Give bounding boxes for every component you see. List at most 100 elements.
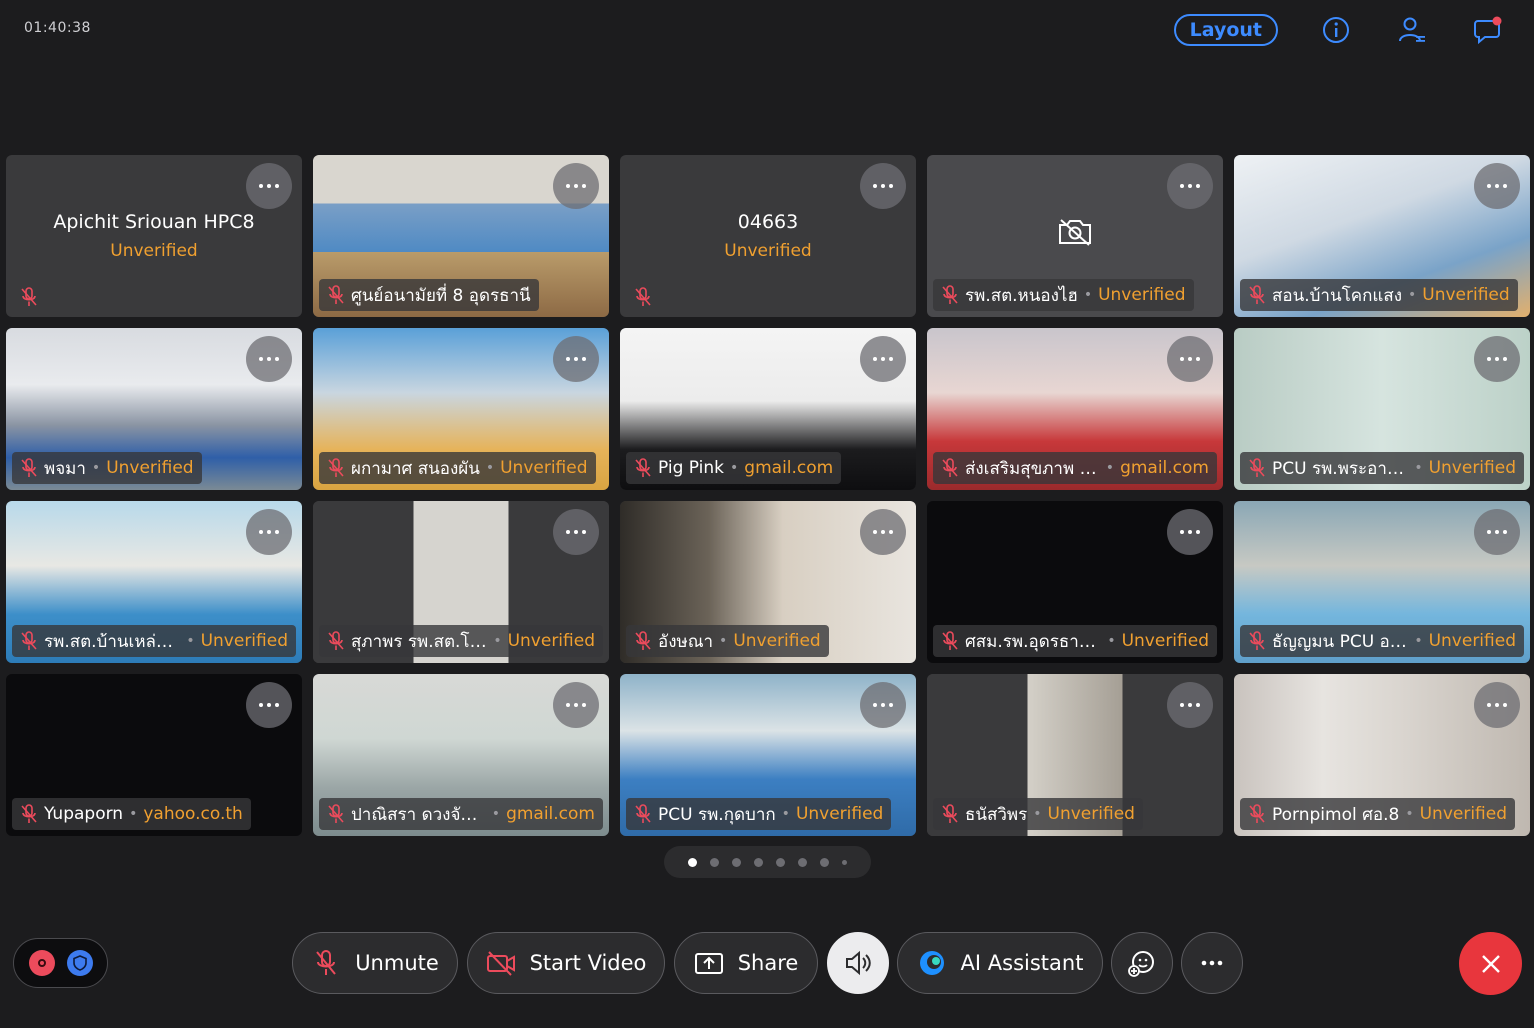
participant-name: ธัญญมน PCU อา... (1272, 631, 1409, 652)
tile-more-button[interactable] (246, 336, 292, 382)
tile-more-button[interactable] (1474, 163, 1520, 209)
participants-icon[interactable] (1394, 12, 1430, 48)
participant-name-bar: รพ.สต.บ้านเหล่าต... • Unverified (12, 625, 296, 657)
page-indicator[interactable] (664, 846, 871, 878)
separator-dot: • (485, 460, 495, 476)
mic-off-icon (634, 631, 652, 651)
page-dot[interactable] (754, 857, 763, 867)
more-options-button[interactable] (1181, 932, 1243, 994)
participant-name: Yupaporn (44, 804, 124, 824)
participant-tile[interactable]: พจมา • Unverified (6, 328, 302, 490)
start-video-button[interactable]: Start Video (467, 932, 665, 994)
tile-more-button[interactable] (1474, 509, 1520, 555)
tile-more-button[interactable] (1167, 682, 1213, 728)
participant-status: Unverified (106, 458, 194, 478)
tile-more-button[interactable] (1167, 336, 1213, 382)
end-call-button[interactable] (1459, 932, 1522, 995)
reactions-button[interactable] (1111, 932, 1173, 994)
more-icon (1201, 960, 1223, 966)
audio-output-button[interactable] (827, 932, 889, 994)
page-dot[interactable] (732, 857, 741, 867)
separator-dot: • (91, 460, 101, 476)
ai-assistant-button[interactable]: AI Assistant (897, 932, 1103, 994)
tile-more-button[interactable] (860, 336, 906, 382)
participant-name: PCU รพ.กุดบาก (658, 804, 776, 825)
participant-tile[interactable]: Pig Pink • gmail.com (620, 328, 916, 490)
info-icon[interactable] (1318, 12, 1354, 48)
separator-dot: • (730, 460, 739, 476)
participant-tile[interactable]: รพ.สต.บ้านเหล่าต... • Unverified (6, 501, 302, 663)
start-video-label: Start Video (529, 951, 647, 975)
participant-name-bar: ส่งเสริมสุขภาพ โร... • gmail.com (933, 452, 1217, 484)
participant-tile[interactable]: PCU รพ.พระอาจา... • Unverified (1234, 328, 1530, 490)
participant-name: Pornpimol ศอ.8 (1272, 804, 1400, 825)
smiley-add-icon (1128, 951, 1154, 977)
page-dot[interactable] (820, 857, 829, 867)
participant-status: Unverified (1419, 804, 1508, 824)
tile-more-button[interactable] (860, 163, 906, 209)
video-grid: Apichit Sriouan HPC8 Unverified ศูนย์อนามั… (6, 155, 1530, 836)
tile-more-button[interactable] (1474, 336, 1520, 382)
meeting-timer: 01:40:38 (24, 20, 91, 36)
participant-tile[interactable]: อังษณา • Unverified (620, 501, 916, 663)
page-dot[interactable] (842, 859, 847, 865)
participant-tile[interactable]: ธนัสวิพร • Unverified (927, 674, 1223, 836)
participant-status: Unverified (500, 458, 588, 478)
participant-tile[interactable]: สอน.บ้านโคกแสง • Unverified (1234, 155, 1530, 317)
participant-tile[interactable]: PCU รพ.กุดบาก • Unverified (620, 674, 916, 836)
participant-name: PCU รพ.พระอาจา... (1272, 458, 1409, 479)
chat-icon[interactable] (1470, 12, 1506, 48)
participant-status: Unverified (110, 241, 198, 261)
camera-off-icon (1057, 217, 1093, 247)
page-dot[interactable] (798, 857, 807, 867)
participant-status: Unverified (1121, 631, 1209, 651)
participant-tile[interactable]: ส่งเสริมสุขภาพ โร... • gmail.com (927, 328, 1223, 490)
tile-more-button[interactable] (860, 509, 906, 555)
unmute-button[interactable]: Unmute (292, 932, 458, 994)
participant-tile[interactable]: ผกามาศ สนองผัน • Unverified (313, 328, 609, 490)
tile-more-button[interactable] (1474, 682, 1520, 728)
participant-name: รพ.สต.หนองไฮ (965, 285, 1078, 306)
participant-name-bar: ปาณิสรา ดวงจันทร์ • gmail.com (319, 798, 603, 830)
tile-more-button[interactable] (1167, 163, 1213, 209)
ai-assistant-label: AI Assistant (960, 951, 1084, 975)
participant-tile[interactable]: ปาณิสรา ดวงจันทร์ • gmail.com (313, 674, 609, 836)
share-button[interactable]: Share (674, 932, 818, 994)
mic-off-icon (20, 458, 38, 478)
participant-name-bar: PCU รพ.กุดบาก • Unverified (626, 798, 892, 830)
page-dot[interactable] (776, 857, 785, 867)
participant-tile[interactable]: ศูนย์อนามัยที่ 8 อุดรธานี (313, 155, 609, 317)
tile-more-button[interactable] (553, 509, 599, 555)
participant-tile[interactable]: Apichit Sriouan HPC8 Unverified (6, 155, 302, 317)
participant-name-bar: PCU รพ.พระอาจา... • Unverified (1240, 452, 1524, 484)
tile-more-button[interactable] (860, 682, 906, 728)
tile-more-button[interactable] (246, 509, 292, 555)
participant-tile[interactable]: ธัญญมน PCU อา... • Unverified (1234, 501, 1530, 663)
participant-tile[interactable]: Yupaporn • yahoo.co.th (6, 674, 302, 836)
participant-name-bar: ศูนย์อนามัยที่ 8 อุดรธานี (319, 279, 539, 311)
tile-more-button[interactable] (553, 682, 599, 728)
tile-more-button[interactable] (246, 682, 292, 728)
tile-more-button[interactable] (1167, 509, 1213, 555)
tile-more-button[interactable] (246, 163, 292, 209)
layout-button[interactable]: Layout (1173, 14, 1278, 46)
security-status[interactable] (13, 938, 108, 988)
tile-more-button[interactable] (553, 336, 599, 382)
mic-off-icon (941, 631, 959, 651)
page-dot[interactable] (688, 857, 697, 867)
separator-dot: • (1405, 806, 1414, 822)
participant-tile[interactable]: รพ.สต.หนองไฮ • Unverified (927, 155, 1223, 317)
close-icon (1481, 954, 1500, 973)
page-dot[interactable] (710, 857, 719, 867)
separator-dot: • (1414, 633, 1423, 649)
participant-name: อังษณา (658, 631, 714, 652)
mic-off-icon (327, 285, 345, 305)
participant-tile[interactable]: 04663 Unverified (620, 155, 916, 317)
participant-tile[interactable]: Pornpimol ศอ.8 • Unverified (1234, 674, 1530, 836)
participant-name: ผกามาศ สนองผัน (351, 458, 480, 479)
participant-tile[interactable]: สุภาพร รพ.สต.โพ... • Unverified (313, 501, 609, 663)
tile-more-button[interactable] (553, 163, 599, 209)
participant-tile[interactable]: ศสม.รพ.อุดรธานี 1 • Unverified (927, 501, 1223, 663)
separator-dot: • (1083, 287, 1093, 303)
participant-status: gmail.com (1120, 458, 1209, 478)
